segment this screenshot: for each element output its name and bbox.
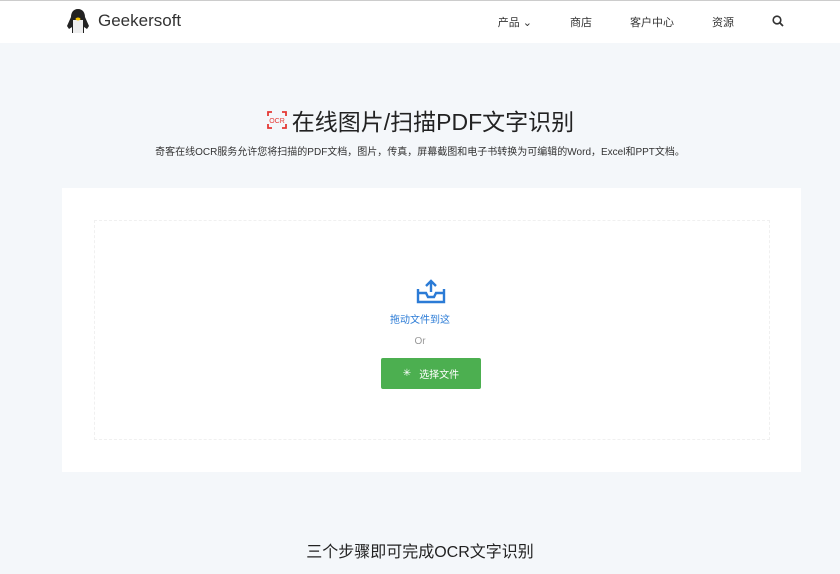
penguin-logo-icon <box>67 9 89 33</box>
page-subtitle: 奇客在线OCR服务允许您将扫描的PDF文档，图片，传真，屏幕截图和电子书转换为可… <box>155 147 685 158</box>
choose-file-button[interactable]: ✳ 选择文件 <box>381 358 481 389</box>
svg-text:OCR: OCR <box>269 118 285 125</box>
nav-store[interactable]: 商店 <box>570 14 592 30</box>
chevron-down-icon: ⌄ <box>522 17 532 29</box>
page-title: OCR 在线图片/扫描PDF文字识别 <box>0 103 840 137</box>
nav-products[interactable]: 产品 ⌄ <box>498 14 532 30</box>
search-icon[interactable] <box>772 14 784 30</box>
upload-tray-icon <box>416 279 446 304</box>
nav-products-label: 产品 <box>497 17 520 29</box>
brand-name: Geekersoft <box>98 11 182 30</box>
ocr-icon: OCR <box>266 111 287 129</box>
choose-file-label: 选择文件 <box>419 370 460 381</box>
upload-card <box>62 188 801 472</box>
drag-hint: 拖动文件到这 <box>390 315 450 326</box>
nav-resources[interactable]: 资源 <box>712 14 734 30</box>
page-title-text: 在线图片/扫描PDF文字识别 <box>291 109 575 135</box>
navbar: Geekersoft 产品 ⌄ 商店 客户中心 资源 <box>0 1 840 43</box>
nav-support[interactable]: 客户中心 <box>630 14 674 30</box>
logo[interactable]: Geekersoft <box>64 7 181 35</box>
or-label: Or <box>414 336 426 347</box>
drop-zone[interactable] <box>94 220 770 440</box>
section-title: 三个步骤即可完成OCR文字识别 <box>306 544 534 561</box>
click-cursor-icon: ✳ <box>402 368 412 379</box>
